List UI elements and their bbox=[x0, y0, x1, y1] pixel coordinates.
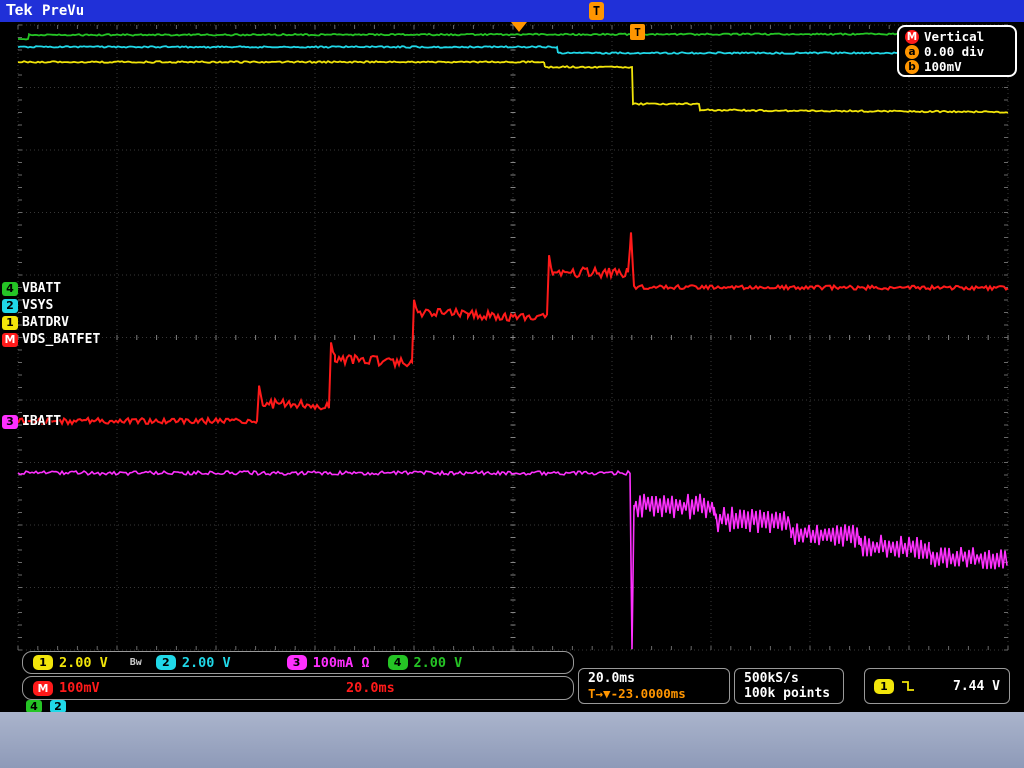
math-timebase: 20.0ms bbox=[346, 680, 395, 696]
falling-edge-icon bbox=[902, 681, 914, 691]
status-bar: Tek PreVu T bbox=[0, 0, 1024, 22]
ch3-badge: 3 bbox=[286, 655, 307, 670]
trigger-source-badge: 1 bbox=[874, 678, 894, 694]
acquisition-status: PreVu bbox=[42, 3, 85, 19]
channel-label-ibatt: 3 IBATT bbox=[2, 414, 61, 429]
sample-rate: 500kS/s bbox=[744, 671, 799, 686]
channel-label-batdrv: 1 BATDRV bbox=[2, 315, 69, 330]
knob-b-readout: b 100mV bbox=[905, 59, 1009, 74]
ch3-scale-readout: 3 100mA Ω bbox=[286, 655, 370, 671]
trigger-status-icon: T bbox=[589, 2, 604, 20]
channel-2-badge: 2 bbox=[2, 298, 18, 313]
math-readout-badge: M bbox=[33, 680, 53, 696]
trace-vbatt-ch4 bbox=[18, 32, 1008, 41]
trigger-level: 7.44 V bbox=[953, 678, 1000, 694]
channel-label-vds-batfet: M VDS_BATFET bbox=[2, 332, 100, 347]
scope-screen: Tek PreVu T T M Vertical a 0.00 div b 10… bbox=[0, 0, 1024, 768]
knob-b-value: 100mV bbox=[924, 59, 962, 74]
knob-a-value: 0.00 div bbox=[924, 44, 985, 59]
ch4-badge: 4 bbox=[387, 655, 408, 670]
menu-bar: Dual Wfm Math FFT Advanced Math M Label … bbox=[0, 712, 1024, 768]
acquisition-readout: 500kS/s 100k points bbox=[734, 668, 844, 704]
channel-4-badge: 4 bbox=[2, 281, 18, 296]
trigger-point-marker: T bbox=[630, 24, 645, 40]
record-length: 100k points bbox=[744, 686, 831, 701]
ch2-scale-readout: 2 2.00 V bbox=[155, 655, 231, 671]
trigger-delay: T→▼-23.0000ms bbox=[588, 686, 686, 701]
channel-label-vbatt: 4 VBATT bbox=[2, 281, 61, 296]
math-scale-group: M 100mV bbox=[33, 680, 100, 696]
channel-3-badge: 3 bbox=[2, 414, 18, 429]
vertical-readout: M Vertical a 0.00 div b 100mV bbox=[897, 25, 1017, 77]
math-channel-badge: M bbox=[2, 332, 18, 347]
knob-b-icon: b bbox=[905, 59, 919, 74]
trigger-delay-icon: T→▼ bbox=[588, 686, 611, 701]
ch2-badge: 2 bbox=[155, 655, 176, 670]
horizontal-scale: 20.0ms bbox=[588, 671, 635, 686]
math-badge: M bbox=[905, 29, 919, 44]
channel-scale-readouts: 1 2.00 V Bw 2 2.00 V 3 100mA Ω 4 2.00 V bbox=[22, 651, 574, 674]
trace-batdrv-ch1 bbox=[17, 60, 1009, 114]
math-scale-readout: M 100mV 20.0ms bbox=[22, 676, 574, 700]
trigger-position-marker[interactable] bbox=[511, 22, 527, 32]
horizontal-scale-readout: 20.0ms T→▼-23.0000ms bbox=[578, 668, 730, 704]
channel-1-badge: 1 bbox=[2, 315, 18, 330]
ch1-scale-readout: 1 2.00 V bbox=[33, 655, 108, 671]
channel-label-vsys: 2 VSYS bbox=[2, 298, 53, 313]
vertical-title: Vertical bbox=[924, 29, 985, 44]
bandwidth-indicator: Bw bbox=[129, 657, 142, 668]
ch1-badge: 1 bbox=[33, 655, 53, 670]
tek-logo: Tek bbox=[6, 2, 33, 19]
trigger-readout: 1 7.44 V bbox=[864, 668, 1010, 704]
vertical-title-row: M Vertical bbox=[905, 29, 1009, 44]
ch4-scale-readout: 4 2.00 V bbox=[387, 655, 462, 671]
knob-a-icon: a bbox=[905, 44, 919, 59]
knob-a-readout: a 0.00 div bbox=[905, 44, 1009, 59]
